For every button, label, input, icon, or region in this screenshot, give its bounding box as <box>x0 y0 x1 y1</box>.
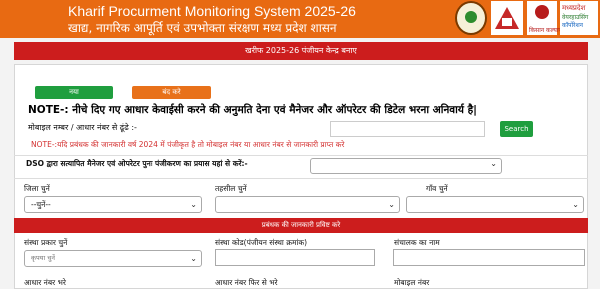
director-label: संचालक का नाम <box>394 238 440 247</box>
chevron-down-icon: ⌄ <box>572 200 579 209</box>
close-button[interactable]: बंद करे <box>132 86 211 99</box>
logo-text-line1: मध्यप्रदेश <box>562 4 586 12</box>
director-input[interactable] <box>393 249 585 266</box>
tehsil-select[interactable]: ⌄ <box>215 196 400 213</box>
app-title: Kharif Procurment Monitoring System 2025… <box>68 3 356 19</box>
tehsil-label: तहसील चुनें <box>215 184 247 193</box>
logo-text-line3: कॉर्पोरेशन <box>562 22 583 29</box>
new-button[interactable]: नया <box>35 86 113 99</box>
kisan-logo-caption: किसान कल्याण <box>529 27 563 34</box>
warehousing-logo-icon: मध्यप्रदेश वेयरहाउसिंग कॉर्पोरेशन <box>560 1 598 35</box>
search-button[interactable]: Search <box>500 121 533 137</box>
mobile-label: मोबाइल नंबर <box>394 278 430 287</box>
aadhaar-label: आधार नंबर भरे <box>24 278 66 287</box>
kisan-logo-icon: किसान कल्याण <box>527 1 563 35</box>
logo-text-line2: वेयरहाउसिंग <box>562 14 589 21</box>
search-input[interactable] <box>330 121 485 137</box>
org-type-select[interactable]: कृपया चुनें ⌄ <box>24 250 202 267</box>
org-code-label: संस्था कोड(पंजीयन संस्था क्रमांक) <box>215 238 308 247</box>
village-select[interactable]: ⌄ <box>406 196 584 213</box>
info-note: NOTE-:यदि प्रबंधक की जानकारी वर्ष 2024 म… <box>31 140 345 149</box>
org-type-label: संस्था प्रकार चुनें <box>24 238 68 247</box>
mandatory-note: NOTE-: नीचे दिए गए आधार केवाईसी करने की … <box>28 104 477 116</box>
village-label: गाँव चुनें <box>426 184 448 193</box>
chevron-down-icon: ⌄ <box>490 159 497 168</box>
emblem-logo-icon <box>455 1 487 35</box>
department-title: खाद्य, नागरिक आपूर्ति एवं उपभोक्ता संरक्… <box>68 21 337 35</box>
chevron-down-icon: ⌄ <box>388 200 395 209</box>
warning-logo-icon <box>491 1 523 35</box>
district-select-value: --चुनें-- <box>31 200 51 209</box>
dso-select[interactable]: ⌄ <box>310 158 502 174</box>
chevron-down-icon: ⌄ <box>190 200 197 209</box>
org-code-input[interactable] <box>215 249 375 266</box>
manager-section-title: प्रबंधक की जानकारी प्रविष्ट करे <box>14 218 588 233</box>
district-label: जिला चुनें <box>24 184 50 193</box>
header-banner: Kharif Procurment Monitoring System 2025… <box>0 0 600 38</box>
district-select[interactable]: --चुनें-- ⌄ <box>24 196 202 213</box>
page-title: खरीफ 2025-26 पंजीयन केन्द्र बनाए <box>14 42 588 60</box>
aadhaar-confirm-label: आधार नंबर फिर से भरे <box>215 278 278 287</box>
dso-label: DSO द्वारा सत्यापित मैनेजर एवं ओपरेटर पु… <box>26 159 248 168</box>
chevron-down-icon: ⌄ <box>190 254 197 263</box>
org-type-select-value: कृपया चुनें <box>31 254 55 262</box>
search-label: मोबाइल नम्बर / आधार नंबर से ढूंढे :- <box>28 123 137 132</box>
